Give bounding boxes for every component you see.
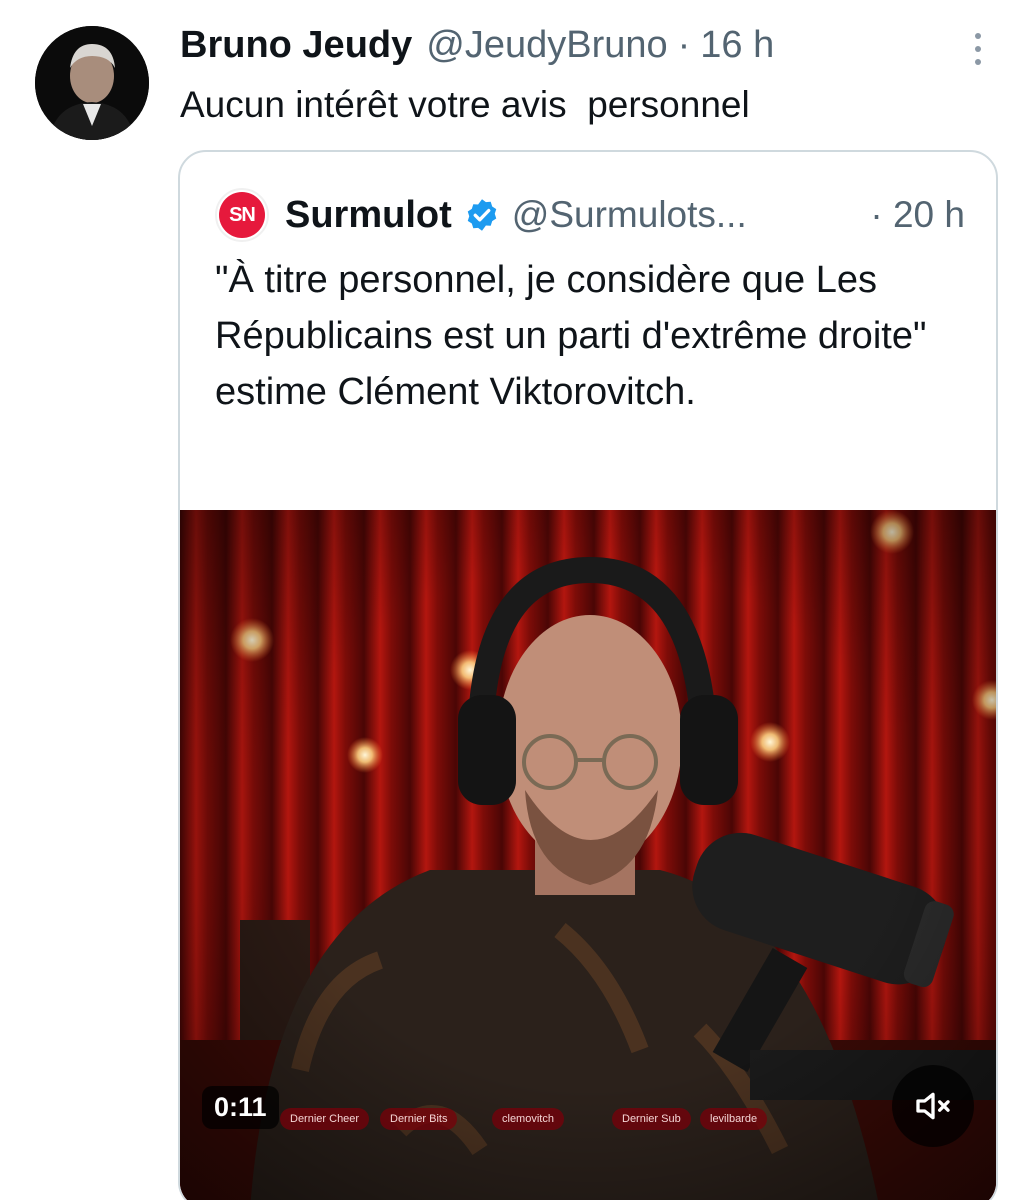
tweet-timestamp[interactable]: 16 h	[700, 22, 774, 68]
tweet-header: Bruno Jeudy @JeudyBruno · 16 h	[180, 22, 774, 68]
more-vertical-icon[interactable]	[958, 26, 998, 72]
author-handle[interactable]: @JeudyBruno	[426, 22, 667, 68]
stream-overlay-label: Dernier Bits	[380, 1108, 458, 1130]
quoted-header: SN Surmulot @Surmulots... · 20 h	[215, 188, 965, 242]
tweet-text: Aucun intérêt votre avis personnel	[180, 84, 750, 125]
mute-button[interactable]	[892, 1065, 974, 1147]
quoted-avatar[interactable]: SN	[215, 188, 269, 242]
quoted-author-handle[interactable]: @Surmulots...	[512, 194, 747, 236]
video-frame	[180, 510, 996, 1200]
quoted-author-name[interactable]: Surmulot	[285, 194, 452, 237]
author-name[interactable]: Bruno Jeudy	[180, 22, 412, 68]
quoted-timestamp[interactable]: · 20 h	[870, 194, 965, 236]
stream-overlay-label: Dernier Cheer	[280, 1108, 370, 1130]
stream-overlay-label: clemovitch	[492, 1108, 564, 1130]
tweet[interactable]: Bruno Jeudy @JeudyBruno · 16 h Aucun int…	[0, 0, 1033, 1200]
quoted-text: "À titre personnel, je considère que Les…	[215, 259, 927, 413]
verified-badge-icon	[467, 199, 497, 231]
separator-dot: ·	[677, 24, 691, 66]
quoted-tweet[interactable]: SN Surmulot @Surmulots... · 20 h "À titr…	[178, 150, 998, 1200]
stream-overlay-label: Dernier Sub	[612, 1108, 691, 1130]
volume-muted-icon	[916, 1092, 950, 1120]
video-duration: 0:11	[202, 1086, 279, 1129]
video-player[interactable]: Dernier Cheer Dernier Bits clemovitch De…	[180, 510, 996, 1200]
stream-overlay-label: levilbarde	[700, 1108, 768, 1130]
quoted-avatar-text: SN	[219, 192, 265, 238]
author-avatar[interactable]	[35, 26, 149, 140]
